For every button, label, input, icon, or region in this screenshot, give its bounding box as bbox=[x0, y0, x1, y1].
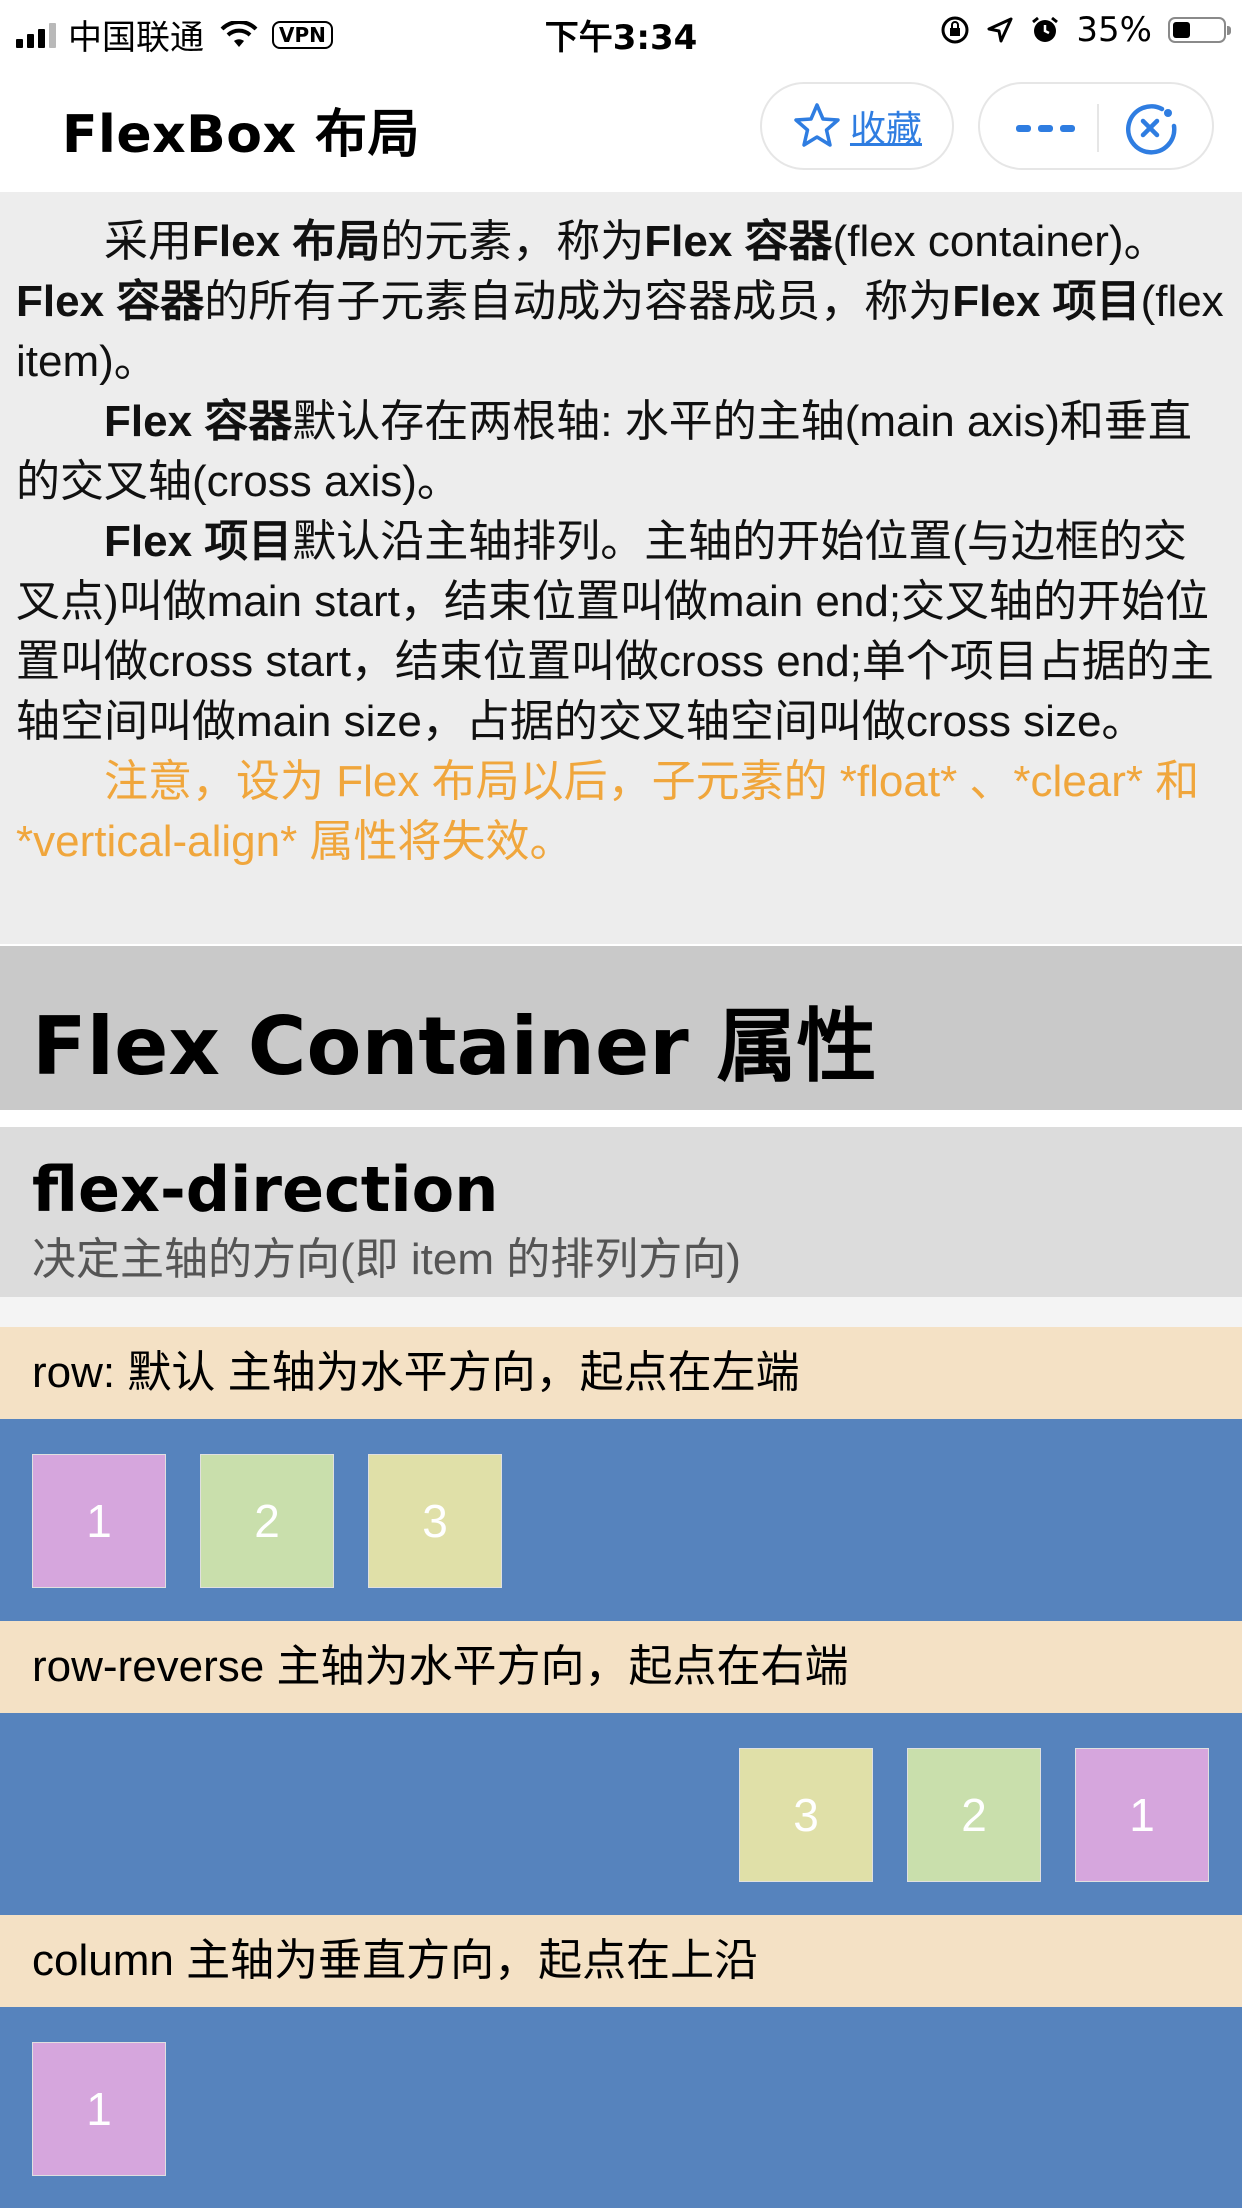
close-circle-icon[interactable] bbox=[1122, 100, 1180, 158]
flex-item: 1 bbox=[32, 1454, 166, 1588]
demo-row-reverse-container: 3 2 1 bbox=[0, 1713, 1242, 1915]
location-arrow-icon bbox=[987, 17, 1013, 43]
status-bar: 中国联通 VPN 下午3:34 35% bbox=[0, 0, 1242, 62]
intro-paragraph-2: Flex 容器默认存在两根轴: 水平的主轴(main axis)和垂直的交叉轴(… bbox=[16, 397, 1192, 506]
section-header: Flex Container 属性 bbox=[0, 946, 1242, 1110]
demo-row-label: row: 默认 主轴为水平方向，起点在左端 bbox=[0, 1327, 1242, 1419]
flex-item: 2 bbox=[907, 1748, 1041, 1882]
more-icon[interactable] bbox=[1014, 108, 1076, 148]
star-icon bbox=[794, 103, 840, 147]
property-block: flex-direction 决定主轴的方向(即 item 的排列方向) bbox=[0, 1127, 1242, 1297]
intro-text: 采用Flex 布局的元素，称为Flex 容器(flex container)。F… bbox=[0, 192, 1242, 944]
capsule-divider bbox=[1097, 104, 1099, 152]
flex-item: 3 bbox=[368, 1454, 502, 1588]
property-name: flex-direction bbox=[32, 1153, 499, 1226]
flex-item: 3 bbox=[739, 1748, 873, 1882]
intro-warning: 注意，设为 Flex 布局以后，子元素的 *float* 、*clear* 和 … bbox=[16, 757, 1200, 866]
battery-icon bbox=[1168, 17, 1231, 43]
page-title: FlexBox 布局 bbox=[62, 105, 421, 165]
intro-paragraph-3: Flex 项目默认沿主轴排列。主轴的开始位置(与边框的交叉点)叫做main st… bbox=[16, 517, 1214, 746]
spacer bbox=[0, 1297, 1242, 1327]
battery-percent: 35% bbox=[1076, 10, 1152, 50]
demo-row-reverse-label: row-reverse 主轴为水平方向，起点在右端 bbox=[0, 1621, 1242, 1713]
demo-column-container: 1 bbox=[0, 2007, 1242, 2208]
mini-program-capsule bbox=[978, 82, 1214, 170]
property-description: 决定主轴的方向(即 item 的排列方向) bbox=[32, 1235, 741, 1284]
alarm-icon bbox=[1032, 16, 1059, 42]
flex-item: 1 bbox=[32, 2042, 166, 2176]
demo-row-container: 1 2 3 bbox=[0, 1419, 1242, 1621]
favorite-button[interactable]: 收藏 bbox=[760, 82, 954, 170]
orientation-lock-icon bbox=[941, 16, 969, 44]
flex-item: 1 bbox=[1075, 1748, 1209, 1882]
intro-paragraph-1: 采用Flex 布局的元素，称为Flex 容器(flex container)。F… bbox=[16, 217, 1224, 386]
nav-bar: FlexBox 布局 收藏 bbox=[0, 62, 1242, 192]
flex-item: 2 bbox=[200, 1454, 334, 1588]
favorite-label: 收藏 bbox=[849, 109, 922, 150]
demo-column-label: column 主轴为垂直方向，起点在上沿 bbox=[0, 1915, 1242, 2007]
section-title: Flex Container 属性 bbox=[32, 1000, 877, 1093]
